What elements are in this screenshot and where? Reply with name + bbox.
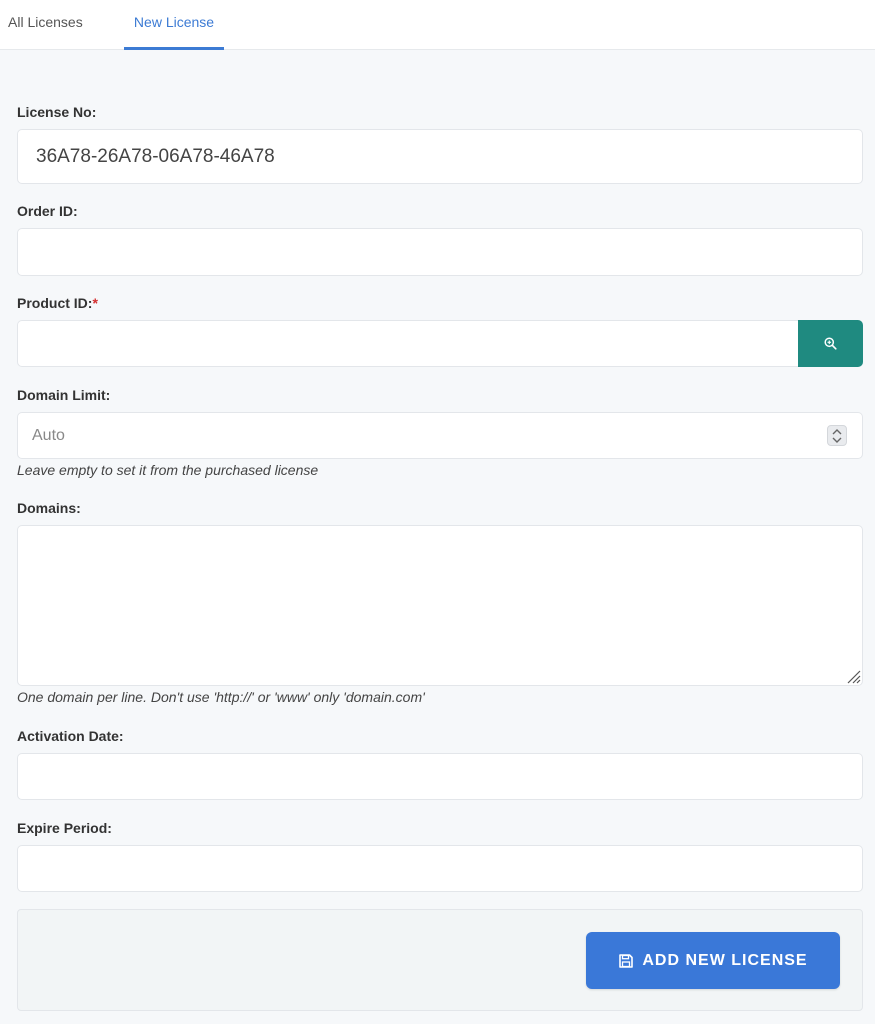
tab-new-license[interactable]: New License [124, 0, 224, 50]
license-no-input[interactable] [17, 129, 863, 184]
domain-limit-label: Domain Limit: [17, 387, 111, 403]
product-id-input[interactable] [17, 320, 799, 367]
expire-period-label: Expire Period: [17, 820, 112, 836]
product-id-label: Product ID:* [17, 295, 98, 311]
tab-bar: All Licenses New License [0, 0, 875, 50]
resize-handle-icon[interactable] [845, 668, 861, 684]
expire-period-input[interactable] [17, 845, 863, 892]
tab-all-licenses[interactable]: All Licenses [0, 0, 96, 50]
stepper-down-icon[interactable] [832, 437, 842, 443]
domains-textarea[interactable] [17, 525, 863, 686]
domains-help: One domain per line. Don't use 'http://'… [17, 689, 425, 705]
product-search-button[interactable] [798, 320, 863, 367]
product-id-label-text: Product ID: [17, 295, 93, 311]
domains-label: Domains: [17, 500, 81, 516]
activation-date-label: Activation Date: [17, 728, 124, 744]
license-no-label: License No: [17, 104, 97, 120]
domain-limit-input[interactable] [17, 412, 863, 459]
search-zoom-icon [824, 337, 837, 350]
activation-date-input[interactable] [17, 753, 863, 800]
stepper-up-icon[interactable] [832, 428, 842, 435]
required-mark: * [92, 295, 98, 311]
add-new-license-label: ADD NEW LICENSE [642, 951, 808, 969]
order-id-label: Order ID: [17, 203, 78, 219]
order-id-input[interactable] [17, 228, 863, 276]
add-new-license-button[interactable]: ADD NEW LICENSE [586, 932, 840, 989]
save-icon [619, 953, 634, 968]
domain-limit-help: Leave empty to set it from the purchased… [17, 462, 319, 478]
number-stepper[interactable] [827, 425, 847, 446]
